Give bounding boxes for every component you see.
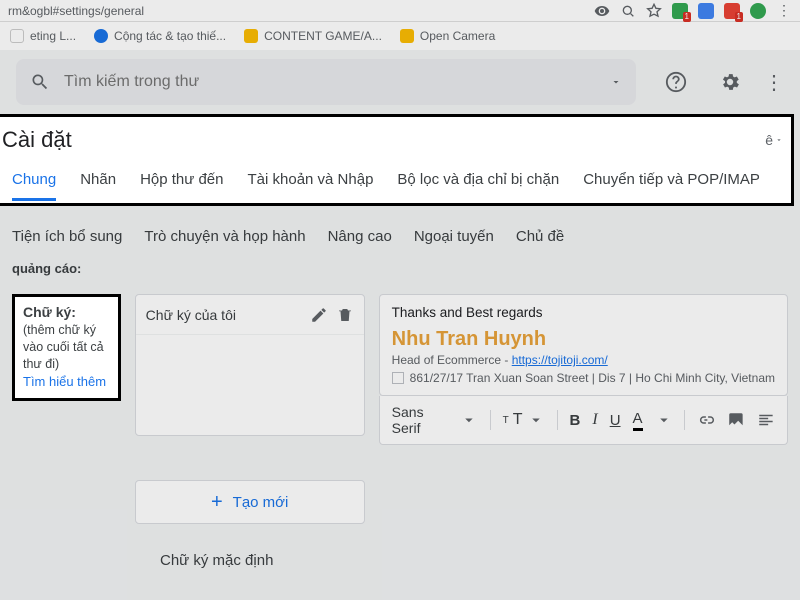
tab-addons[interactable]: Tiện ích bổ sung <box>12 220 122 255</box>
image-icon[interactable] <box>727 411 745 429</box>
tab-forwarding[interactable]: Chuyển tiếp và POP/IMAP <box>583 163 760 201</box>
align-icon[interactable] <box>757 411 775 429</box>
tab-offline[interactable]: Ngoại tuyến <box>414 220 494 255</box>
signature-label-box: Chữ ký: (thêm chữ ký vào cuối tất cả thư… <box>12 294 121 401</box>
underline-button[interactable]: U <box>610 412 621 429</box>
separator <box>557 410 558 430</box>
bookmark-item[interactable]: CONTENT GAME/A... <box>244 29 382 43</box>
extension-blue-icon[interactable] <box>698 3 714 19</box>
signature-address: 861/27/17 Tran Xuan Soan Street | Dis 7 … <box>392 371 775 385</box>
chevron-down-icon[interactable] <box>655 411 673 429</box>
star-icon[interactable] <box>646 3 662 19</box>
eye-icon[interactable] <box>594 3 610 19</box>
more-icon[interactable]: ⋮ <box>764 70 784 95</box>
extension-dot-icon[interactable] <box>750 3 766 19</box>
signature-item-name: Chữ ký của tôi <box>146 307 302 323</box>
signature-list: Chữ ký của tôi <box>135 294 365 436</box>
input-language-indicator[interactable]: ê <box>765 132 783 148</box>
font-family-select[interactable]: Sans Serif <box>392 404 478 436</box>
search-input[interactable] <box>64 73 596 91</box>
signature-list-column: Chữ ký của tôi + Tạo mới <box>135 294 365 524</box>
menu-vertical-icon[interactable]: ⋮ <box>776 3 792 19</box>
caret-down-icon[interactable] <box>610 76 622 88</box>
signature-role-link[interactable]: https://tojitoji.com/ <box>512 353 608 367</box>
settings-title-row: Cài đặt ê <box>0 117 791 163</box>
signature-editor-column: Thanks and Best regards Nhu Tran Huynh H… <box>379 294 788 445</box>
bookmark-item[interactable]: Open Camera <box>400 29 495 43</box>
link-icon[interactable] <box>697 411 715 429</box>
search-box[interactable] <box>16 59 636 105</box>
bookmark-item[interactable]: eting L... <box>10 29 76 43</box>
create-signature-button[interactable]: + Tạo mới <box>135 480 365 524</box>
browser-actions: ⋮ <box>594 3 792 19</box>
signature-name: Nhu Tran Huynh <box>392 328 775 351</box>
tab-general[interactable]: Chung <box>12 163 56 201</box>
gear-icon[interactable] <box>710 62 750 102</box>
settings-tabs: Chung Nhãn Hộp thư đến Tài khoản và Nhập… <box>0 163 791 203</box>
signature-greeting: Thanks and Best regards <box>392 305 775 320</box>
browser-url-bar: rm&ogbl#settings/general ⋮ <box>0 0 800 22</box>
tab-advanced[interactable]: Nâng cao <box>328 220 392 255</box>
signature-role: Head of Ecommerce - https://tojitoji.com… <box>392 353 775 367</box>
tab-filters[interactable]: Bộ lọc và địa chỉ bị chặn <box>397 163 559 201</box>
italic-button[interactable]: I <box>592 411 597 429</box>
extension-red-icon[interactable] <box>724 3 740 19</box>
separator <box>684 410 685 430</box>
zoom-icon[interactable] <box>620 3 636 19</box>
pencil-icon[interactable] <box>310 306 328 324</box>
signature-hint: (thêm chữ ký vào cuối tất cả thư đi) <box>23 322 112 373</box>
extension-green-icon[interactable] <box>672 3 688 19</box>
trash-icon[interactable] <box>336 306 354 324</box>
bookmarks-bar: eting L... Cộng tác & tạo thiế... CONTEN… <box>0 22 800 50</box>
plus-icon: + <box>211 491 223 514</box>
font-size-select[interactable]: TT <box>503 411 545 429</box>
tab-accounts[interactable]: Tài khoản và Nhập <box>248 163 374 201</box>
text-color-button[interactable]: A <box>633 410 643 431</box>
default-signature-heading: Chữ ký mặc định <box>0 534 800 569</box>
signature-heading: Chữ ký: <box>23 303 112 322</box>
bookmark-item[interactable]: Cộng tác & tạo thiế... <box>94 29 226 43</box>
tab-inbox[interactable]: Hộp thư đến <box>140 163 223 201</box>
help-icon[interactable] <box>656 62 696 102</box>
signature-section: Chữ ký: (thêm chữ ký vào cuối tất cả thư… <box>0 284 800 534</box>
bold-button[interactable]: B <box>570 412 581 429</box>
tab-themes[interactable]: Chủ đề <box>516 220 564 255</box>
tab-labels[interactable]: Nhãn <box>80 163 116 201</box>
previous-section-cutoff: quảng cáo: <box>0 261 800 284</box>
settings-title: Cài đặt <box>2 127 72 153</box>
settings-header-card: Cài đặt ê Chung Nhãn Hộp thư đến Tài kho… <box>0 114 794 206</box>
format-toolbar: Sans Serif TT B I U A <box>379 396 788 445</box>
search-icon <box>30 72 50 92</box>
learn-more-link[interactable]: Tìm hiểu thêm <box>23 373 112 391</box>
signature-editor[interactable]: Thanks and Best regards Nhu Tran Huynh H… <box>379 294 788 396</box>
separator <box>490 410 491 430</box>
url-fragment: rm&ogbl#settings/general <box>8 4 594 18</box>
settings-subtabs: Tiện ích bổ sung Trò chuyện và họp hành … <box>0 206 800 261</box>
signature-item[interactable]: Chữ ký của tôi <box>136 295 364 335</box>
tab-chat[interactable]: Trò chuyện và họp hành <box>144 220 305 255</box>
app-bar: ⋮ <box>0 50 800 114</box>
